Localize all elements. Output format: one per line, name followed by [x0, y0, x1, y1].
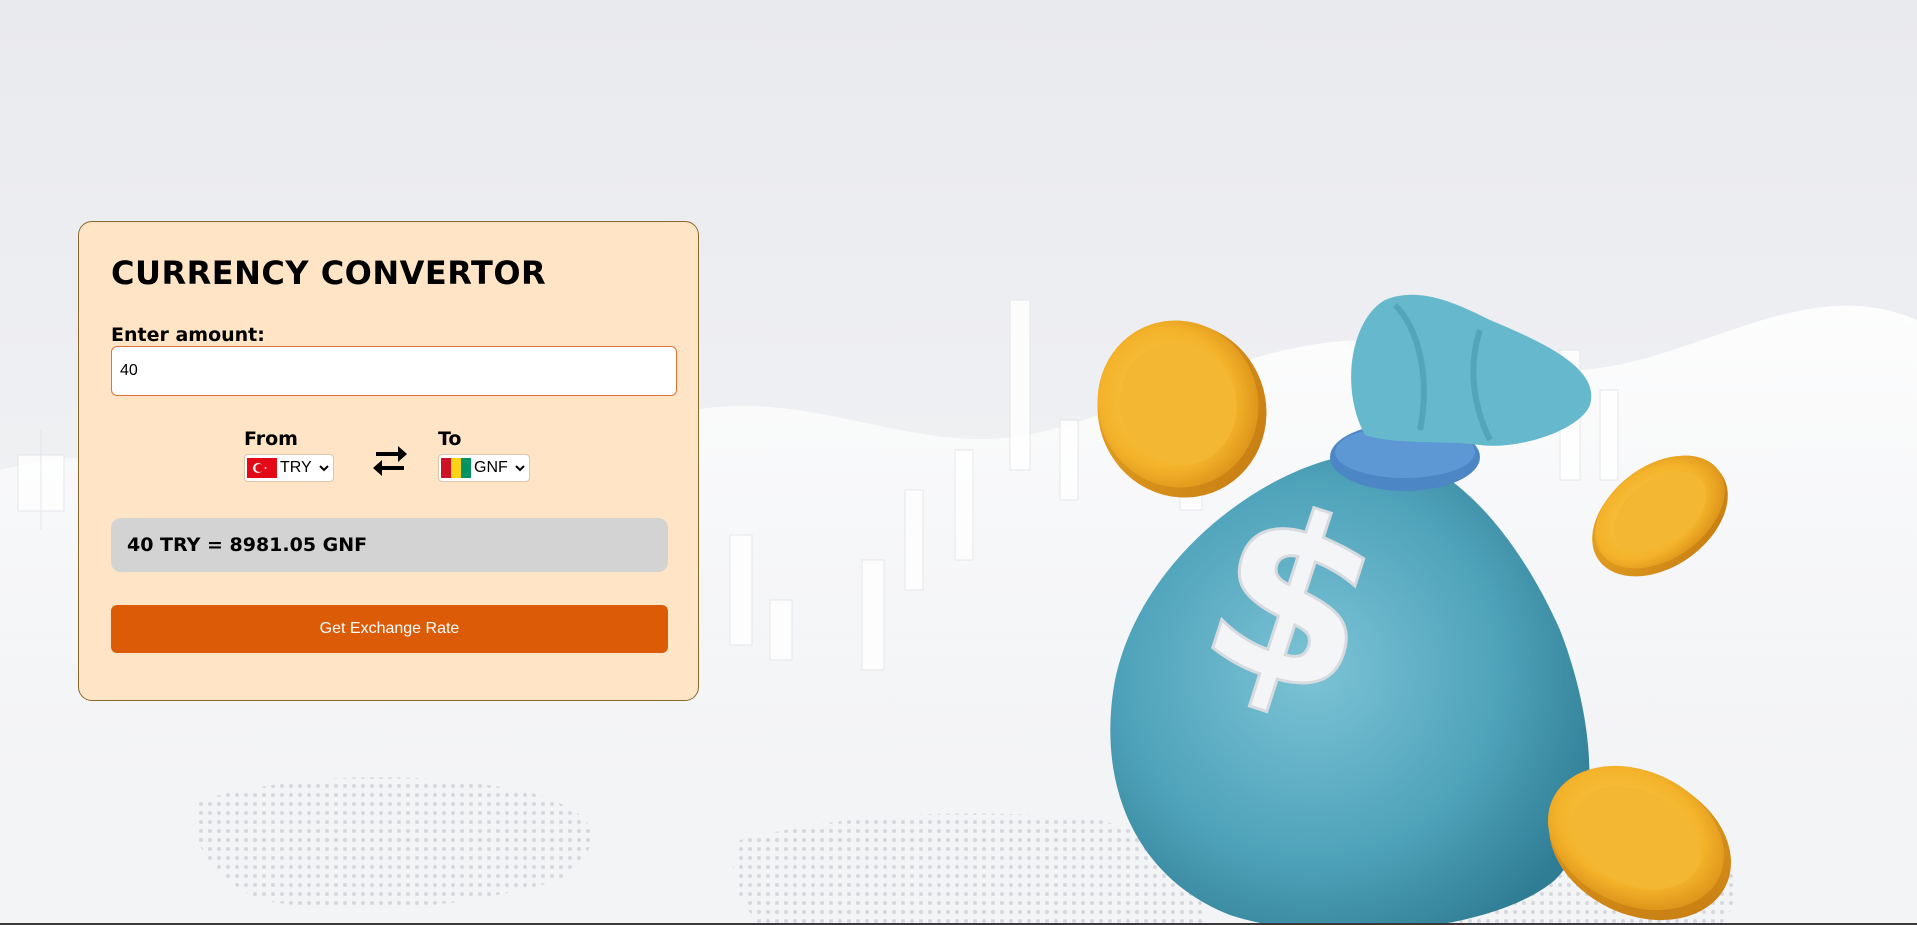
- chevron-down-icon: [515, 465, 525, 472]
- from-currency-group: From TRY: [244, 428, 334, 482]
- from-label: From: [244, 428, 298, 450]
- from-currency-value: TRY: [280, 459, 312, 476]
- turkey-flag-icon: [247, 458, 277, 478]
- amount-input[interactable]: [111, 346, 677, 396]
- to-currency-group: To GNF: [438, 428, 530, 482]
- to-currency-select[interactable]: GNF: [438, 454, 530, 482]
- to-label: To: [438, 428, 462, 450]
- to-currency-value: GNF: [474, 459, 508, 476]
- from-currency-select[interactable]: TRY: [244, 454, 334, 482]
- conversion-result: 40 TRY = 8981.05 GNF: [111, 518, 668, 572]
- get-exchange-rate-button[interactable]: Get Exchange Rate: [111, 605, 668, 653]
- guinea-flag-icon: [441, 458, 471, 478]
- page-title: CURRENCY CONVERTOR: [111, 254, 547, 292]
- amount-label: Enter amount:: [111, 324, 265, 346]
- chevron-down-icon: [319, 465, 329, 472]
- currency-converter-card: CURRENCY CONVERTOR Enter amount: From TR…: [78, 221, 699, 701]
- swap-arrows-icon[interactable]: [370, 441, 410, 481]
